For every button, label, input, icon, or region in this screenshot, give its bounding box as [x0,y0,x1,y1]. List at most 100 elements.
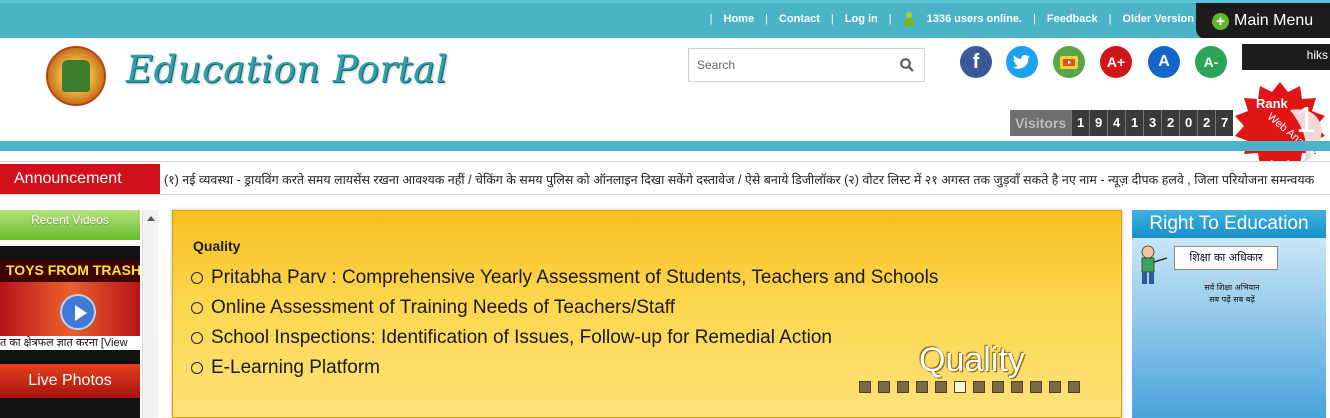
slide-list: Pritabha Parv : Comprehensive Yearly Ass… [191,263,938,383]
visitors-label: Visitors [1010,110,1072,136]
separator: | [709,13,713,25]
announcement-bar: Announcement (१) नई व्यवस्था - ड्रायविंग… [0,161,1330,195]
circle-bullet-icon [191,272,203,284]
font-decrease-button[interactable]: A- [1195,46,1227,78]
play-icon[interactable] [60,294,96,330]
site-title[interactable]: Education Portal [126,48,448,91]
live-photos-frame [0,398,140,418]
video-top-bar [0,246,140,260]
page: | Home | Contact | Log in | 1336 users o… [0,0,1330,418]
slider-pager-dot[interactable] [935,381,947,393]
left-sidebar: Recent Videos TOYS FROM TRASH त का क्षेत… [0,210,142,418]
circle-bullet-icon [191,332,203,344]
slide-list-item[interactable]: E-Learning Platform [191,353,938,383]
users-online-icon [903,12,915,26]
rank-badge[interactable]: Rank 1 Web Analytics [1232,80,1328,172]
right-to-education-banner[interactable]: शिक्षा का अधिकार सर्व शिक्षा अभियान सब प… [1132,238,1326,418]
visitor-counter: Visitors 1 9 4 1 3 2 0 2 7 [1010,110,1234,136]
slider-pager-dot[interactable] [973,381,985,393]
rte-tagline: सब पढ़ें सब बढ़ें [1209,295,1255,304]
older-version-link[interactable]: Older Version [1122,13,1194,25]
plus-icon: + [1212,12,1229,30]
font-reset-button[interactable]: A [1148,46,1180,78]
main-menu-button[interactable]: + Main Menu [1196,3,1330,39]
font-reset-label: A [1158,53,1170,70]
visitor-digit: 2 [1161,110,1180,136]
video-caption[interactable]: त का क्षेत्रफल ज्ञात करना [View [0,336,140,350]
search-box [688,48,925,82]
visitor-digit: 3 [1143,110,1162,136]
circle-bullet-icon [191,302,203,314]
slider-pager-dot[interactable] [1030,381,1042,393]
visitor-digit: 1 [1071,110,1090,136]
slider-pager [859,381,1087,393]
shiksha-tab[interactable]: hiks [1242,44,1330,70]
state-emblem-logo[interactable] [46,46,106,106]
separator: | [830,13,834,25]
slide-item-text: Online Assessment of Training Needs of T… [211,297,675,318]
slide-list-item[interactable]: School Inspections: Identification of Is… [191,323,938,353]
visitor-digit: 1 [1125,110,1144,136]
video-title: TOYS FROM TRASH [6,262,140,278]
separator: | [765,13,768,25]
tv-glyph [1060,56,1078,69]
visitor-digit: 7 [1215,110,1234,136]
slider-pager-dot[interactable] [992,381,1004,393]
users-online-count: 1336 users online. [926,13,1022,25]
slide-item-text: School Inspections: Identification of Is… [211,327,832,348]
slider-pager-dot[interactable] [1068,381,1080,393]
header-divider [0,141,1330,151]
live-photos-tab[interactable]: Live Photos [0,364,140,398]
visitor-digit: 4 [1107,110,1126,136]
facebook-icon[interactable]: f [960,46,992,78]
slide-list-item[interactable]: Online Assessment of Training Needs of T… [191,293,938,323]
scroll-up-arrow-icon[interactable] [147,216,155,221]
slide-caption: Quality [919,341,1025,379]
visitor-digit: 9 [1089,110,1108,136]
slide-item-text: E-Learning Platform [211,357,380,378]
quality-slider: Quality Pritabha Parv : Comprehensive Ye… [172,210,1122,418]
right-to-education-title[interactable]: Right To Education [1132,210,1326,238]
slide-heading: Quality [193,238,241,254]
rte-subtitle: सर्व शिक्षा अभियान [1204,283,1260,292]
top-bar: | Home | Contact | Log in | 1336 users o… [0,0,1330,38]
slider-pager-dot[interactable] [878,381,890,393]
slider-pager-dot[interactable] [1011,381,1023,393]
slider-pager-dot[interactable] [954,381,966,393]
slider-pager-dot[interactable] [916,381,928,393]
feedback-link[interactable]: Feedback [1047,13,1098,25]
twitter-icon[interactable] [1006,46,1038,78]
top-links: | Home | Contact | Log in | 1336 users o… [699,12,1194,26]
announcement-label: Announcement [0,164,160,194]
child-illustration-icon [1141,245,1168,284]
slider-pager-dot[interactable] [897,381,909,393]
circle-bullet-icon [191,362,203,374]
slide-item-text: Pritabha Parv : Comprehensive Yearly Ass… [211,267,939,288]
font-decrease-label: A- [1203,54,1219,70]
slider-pager-dot[interactable] [859,381,871,393]
search-input[interactable] [689,49,889,81]
separator: | [1108,13,1112,25]
video-thumbnail[interactable]: TOYS FROM TRASH त का क्षेत्रफल ज्ञात करन… [0,246,140,364]
visitor-digit: 0 [1179,110,1198,136]
slide-list-item[interactable]: Pritabha Parv : Comprehensive Yearly Ass… [191,263,938,293]
font-increase-label: A+ [1106,54,1126,70]
login-link[interactable]: Log in [845,13,878,25]
contact-link[interactable]: Contact [779,13,820,25]
video-bottom-bar [0,350,140,364]
facebook-glyph: f [972,51,980,73]
announcement-ticker[interactable]: (१) नई व्यवस्था - ड्रायविंग करते समय लाय… [164,171,1314,188]
home-link[interactable]: Home [724,13,755,25]
sidebar-scrollbar[interactable] [142,210,158,418]
rte-card: शिक्षा का अधिकार [1174,246,1278,270]
search-icon[interactable] [900,58,914,72]
visitor-digit: 2 [1197,110,1216,136]
rank-label: Rank [1256,96,1289,111]
font-increase-button[interactable]: A+ [1100,46,1132,78]
video-channel-icon[interactable] [1053,46,1085,78]
slider-pager-dot[interactable] [1049,381,1061,393]
twitter-bird-glyph [1013,54,1030,69]
right-sidebar: Right To Education शिक्षा का अधिकार सर्व… [1132,210,1326,418]
separator: | [888,13,892,25]
recent-videos-tab[interactable]: Recent Videos [0,210,140,240]
